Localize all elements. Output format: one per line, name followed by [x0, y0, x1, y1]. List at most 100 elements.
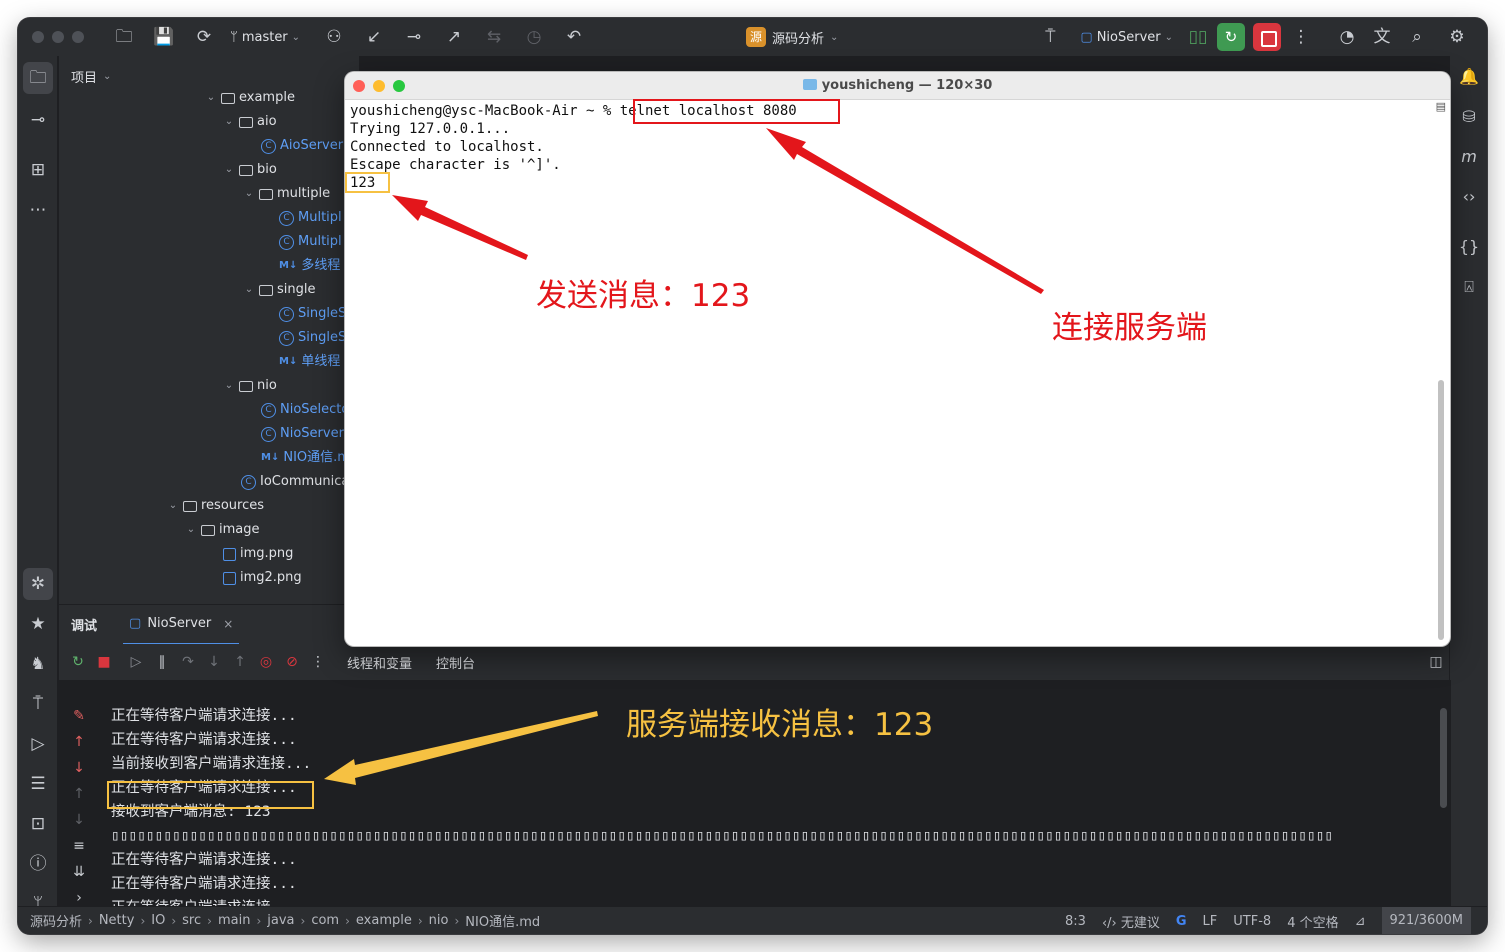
chevron-down-icon[interactable]: ⌄ — [223, 374, 235, 398]
tree-item[interactable]: C Multipl — [279, 230, 342, 254]
tree-item[interactable]: ⌄ aio — [223, 110, 277, 134]
clear-console-icon[interactable]: ✎ — [59, 704, 99, 728]
scroll-down-icon[interactable]: ↓ — [59, 808, 99, 832]
pause-icon[interactable]: ▯▯ — [1183, 18, 1213, 56]
scroll-up-icon[interactable]: ↑ — [59, 782, 99, 806]
breadcrumb-item[interactable]: Netty — [99, 913, 135, 928]
tree-item[interactable]: C NioServer — [261, 422, 344, 446]
tree-item[interactable]: M↓ 多线程 — [279, 254, 340, 278]
tree-item[interactable]: ⌄ multiple — [243, 182, 330, 206]
save-icon[interactable]: 💾 — [144, 18, 184, 56]
run-icon[interactable]: ▷ — [18, 728, 58, 760]
pause-icon[interactable]: ∥ — [149, 654, 175, 670]
tree-item[interactable]: C IoCommunica — [241, 470, 349, 494]
sync-icon[interactable]: ⟳ — [184, 18, 224, 56]
tree-item[interactable]: img.png — [223, 542, 293, 566]
terminal-scrollbar[interactable] — [1438, 380, 1444, 640]
tree-item[interactable]: C Multipl — [279, 206, 342, 230]
chevron-down-icon[interactable]: ⌄ — [243, 278, 255, 302]
caret-position[interactable]: 8:3 — [1065, 914, 1086, 929]
rerun-icon[interactable]: ↻ — [65, 654, 91, 670]
line-separator[interactable]: LF — [1203, 914, 1218, 929]
code-icon[interactable]: ‹› — [1450, 182, 1487, 212]
tree-item[interactable]: C NioSelecto — [261, 398, 349, 422]
debug-bug-icon[interactable]: ✲ — [23, 568, 53, 600]
tree-item[interactable]: C SingleS — [279, 326, 346, 350]
stop-icon[interactable]: ■ — [91, 654, 117, 670]
structure-icon[interactable]: ⊞ — [18, 154, 58, 186]
tree-item[interactable]: ⌄ image — [185, 518, 260, 542]
chevron-down-icon[interactable]: ⌄ — [185, 518, 197, 542]
profiler-icon[interactable]: ◔ — [1327, 18, 1367, 56]
database-icon[interactable]: ⛁ — [1450, 102, 1487, 132]
translate-icon[interactable]: 文 — [1367, 18, 1397, 56]
run-config-selector[interactable]: ▢ NioServer ⌄ — [1080, 30, 1173, 45]
branch-selector[interactable]: ᛘ master ⌄ — [230, 30, 300, 45]
step-out-icon[interactable]: ↑ — [227, 654, 253, 670]
more-icon[interactable]: ⋮ — [305, 654, 331, 670]
problems-icon[interactable]: ⓘ — [18, 848, 58, 880]
tree-item[interactable]: img2.png — [223, 566, 302, 590]
todo-list-icon[interactable]: ☰ — [18, 768, 58, 800]
commit-icon[interactable]: ⊸ — [18, 104, 58, 136]
json-braces-icon[interactable]: {} — [1450, 232, 1487, 262]
add-user-icon[interactable]: ⚇ — [314, 18, 354, 56]
build-hammer-icon[interactable]: ⍑ — [18, 688, 58, 720]
rerun-button[interactable]: ↻ — [1217, 23, 1245, 51]
breadcrumb-item[interactable]: src — [182, 913, 201, 928]
settings-gear-icon[interactable]: ⚙ — [1437, 18, 1477, 56]
soft-wrap-icon[interactable]: ≡ — [59, 834, 99, 858]
build-hammer-icon[interactable]: ⍑ — [1030, 18, 1070, 56]
terminal-window[interactable]: youshicheng — 120×30 youshicheng@ysc-Mac… — [345, 72, 1450, 646]
project-selector[interactable]: 源 源码分析 ⌄ — [746, 27, 838, 47]
breadcrumb-item[interactable]: example — [356, 913, 412, 928]
tree-item[interactable]: ⌄ bio — [223, 158, 277, 182]
notifications-bell-icon[interactable]: 🔔 — [1450, 62, 1487, 92]
up-arrow-icon[interactable]: ↑ — [59, 730, 99, 754]
tree-item[interactable]: M↓ NIO通信.m — [261, 446, 350, 470]
tree-item[interactable]: M↓ 单线程 — [279, 350, 340, 374]
tab-nioserver-session[interactable]: ▢ NioServer × — [123, 605, 240, 645]
more-icon[interactable]: ⋮ — [1285, 18, 1317, 56]
down-arrow-icon[interactable]: ↓ — [59, 756, 99, 780]
file-encoding[interactable]: UTF-8 — [1233, 914, 1271, 929]
breadcrumb-item[interactable]: NIO通信.md — [465, 911, 540, 930]
view-breakpoints-icon[interactable]: ◎ — [253, 654, 279, 670]
chevron-down-icon[interactable]: ⌄ — [223, 158, 235, 182]
breadcrumb-item[interactable]: 源码分析 — [30, 911, 82, 930]
tree-item[interactable]: C SingleS — [279, 302, 346, 326]
stop-button[interactable] — [1253, 23, 1281, 51]
memory-indicator[interactable]: 921/3600M — [1381, 907, 1471, 934]
elephant-icon[interactable]: ♞ — [18, 648, 58, 680]
terminal-body[interactable]: youshicheng@ysc-MacBook-Air ~ % telnet l… — [345, 100, 1450, 646]
chevron-down-icon[interactable]: ⌄ — [243, 182, 255, 206]
tree-item[interactable]: C AioServer — [261, 134, 343, 158]
commit-icon[interactable]: ⊸ — [394, 18, 434, 56]
step-over-icon[interactable]: ↷ — [175, 654, 201, 670]
breadcrumb-item[interactable]: IO — [151, 913, 165, 928]
chevron-down-icon[interactable]: ⌄ — [223, 110, 235, 134]
lock-icon[interactable]: ⊿ — [1355, 914, 1366, 929]
rollback-icon[interactable]: ↶ — [554, 18, 594, 56]
scroll-to-end-icon[interactable]: ⇊ — [59, 860, 99, 884]
maven-icon[interactable]: m — [1450, 142, 1487, 172]
breadcrumb-item[interactable]: com — [311, 913, 339, 928]
folder-icon[interactable]: 🗀 — [104, 18, 144, 56]
push-icon[interactable]: ↗ — [434, 18, 474, 56]
indent-setting[interactable]: 4 个空格 — [1287, 912, 1338, 931]
chevron-down-icon[interactable]: ⌄ — [167, 494, 179, 518]
layout-icon[interactable]: ◫ — [1423, 654, 1449, 670]
ai-suggestion-status[interactable]: ‹/› 无建议 — [1102, 912, 1160, 931]
more-tools-icon[interactable]: ⋯ — [18, 194, 58, 226]
update-icon[interactable]: ↙ — [354, 18, 394, 56]
tree-item[interactable]: ⌄ single — [243, 278, 316, 302]
tab-console[interactable]: 控制台 — [436, 653, 475, 672]
breadcrumb-item[interactable]: main — [218, 913, 250, 928]
tab-threads-variables[interactable]: 线程和变量 — [347, 653, 412, 672]
console-scrollbar[interactable] — [1440, 708, 1447, 808]
ai-assistant-icon[interactable]: ⍓ — [1450, 272, 1487, 302]
chevron-down-icon[interactable]: ⌄ — [205, 86, 217, 110]
terminal-icon[interactable]: ⊡ — [18, 808, 58, 840]
bookmark-star-icon[interactable]: ★ — [18, 608, 58, 640]
breadcrumb-item[interactable]: java — [267, 913, 294, 928]
